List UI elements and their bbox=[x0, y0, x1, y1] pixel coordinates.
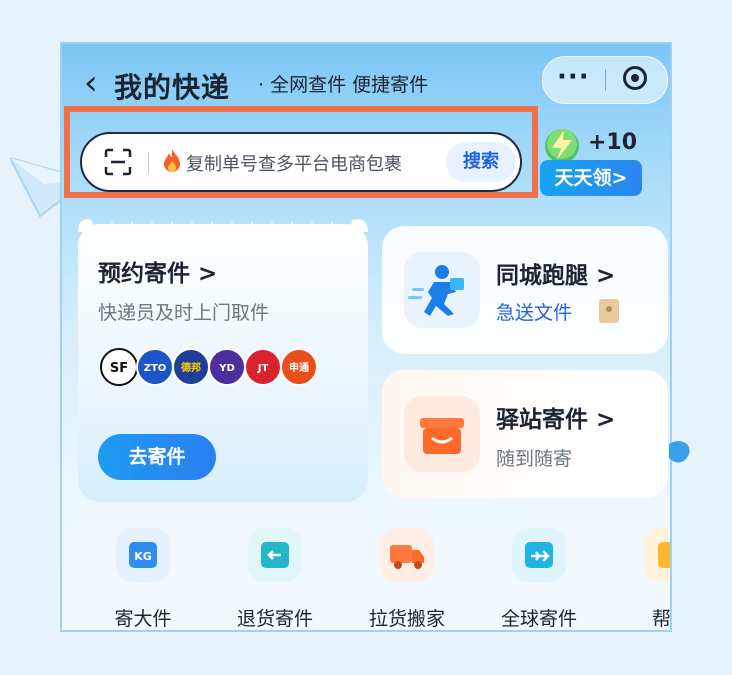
search-highlight-box: 复制单号查多平台电商包裹 搜索 bbox=[64, 106, 538, 198]
logo-yunda: YD bbox=[208, 348, 246, 386]
logo-jt: JT bbox=[244, 348, 282, 386]
station-send-subtitle: 随到随寄 bbox=[496, 448, 573, 470]
daily-claim-button[interactable]: 天天领> bbox=[540, 160, 642, 196]
page-subtitle-text: 全网查件 便捷寄件 bbox=[270, 74, 429, 96]
nav-label-global: 全球寄件 bbox=[500, 608, 577, 630]
book-pickup-title: 预约寄件 > bbox=[98, 261, 218, 287]
plane-icon bbox=[512, 528, 566, 582]
nav-global[interactable]: 全球寄件 bbox=[486, 528, 586, 630]
logo-zto: ZTO bbox=[136, 348, 174, 386]
app-frame: ‹ 我的快递 · 全网查件 便捷寄件 ··· 复制单号查多平台电商包裹 搜索 +… bbox=[60, 42, 672, 632]
document-envelope-icon bbox=[599, 299, 619, 323]
logo-deppon: 德邦 bbox=[172, 348, 210, 386]
capsule-divider bbox=[605, 69, 606, 91]
nav-moving[interactable]: 拉货搬家 bbox=[354, 528, 454, 630]
help-icon bbox=[644, 528, 670, 582]
nav-big-parcel[interactable]: KG 寄大件 bbox=[90, 528, 190, 630]
shop-icon bbox=[404, 396, 480, 472]
courier-logos: SF ZTO 德邦 YD JT 申通 bbox=[100, 348, 330, 388]
city-errand-subtitle: 急送文件 bbox=[496, 302, 573, 324]
city-errand-card[interactable]: 同城跑腿 > 急送文件 bbox=[382, 226, 668, 354]
logo-sf: SF bbox=[100, 348, 138, 386]
search-input[interactable]: 复制单号查多平台电商包裹 bbox=[186, 150, 402, 176]
city-errand-title: 同城跑腿 > bbox=[496, 263, 616, 289]
back-chevron-icon[interactable]: ‹ bbox=[84, 66, 98, 100]
nav-label-help: 帮我 bbox=[651, 608, 671, 630]
kg-box-icon: KG bbox=[116, 528, 170, 582]
nav-help[interactable]: 帮我 bbox=[618, 528, 671, 630]
close-target-icon[interactable] bbox=[623, 66, 647, 90]
nav-return[interactable]: 退货寄件 bbox=[222, 528, 322, 630]
book-pickup-card[interactable]: 预约寄件 > 快递员及时上门取件 SF ZTO 德邦 YD JT 申通 去寄件 bbox=[78, 224, 368, 502]
station-send-title: 驿站寄件 > bbox=[496, 407, 616, 433]
svg-text:KG: KG bbox=[134, 550, 152, 563]
runner-icon bbox=[404, 252, 480, 328]
search-bar[interactable]: 复制单号查多平台电商包裹 搜索 bbox=[80, 132, 522, 192]
nav-label-return: 退货寄件 bbox=[236, 608, 313, 630]
fire-icon bbox=[164, 149, 180, 172]
go-send-button[interactable]: 去寄件 bbox=[98, 434, 216, 480]
scan-icon[interactable] bbox=[104, 148, 132, 176]
daily-reward-badge[interactable]: +10 天天领> bbox=[540, 124, 650, 200]
logo-sto: 申通 bbox=[280, 348, 318, 386]
page-subtitle: · 全网查件 便捷寄件 bbox=[258, 74, 429, 96]
book-pickup-subtitle: 快递员及时上门取件 bbox=[98, 302, 270, 324]
more-dots-icon[interactable]: ··· bbox=[557, 62, 590, 92]
search-button[interactable]: 搜索 bbox=[446, 142, 516, 182]
page-title: 我的快递 bbox=[114, 71, 231, 104]
return-box-icon bbox=[248, 528, 302, 582]
nav-label-big-parcel: 寄大件 bbox=[114, 608, 172, 630]
nav-label-moving: 拉货搬家 bbox=[368, 608, 445, 630]
truck-icon bbox=[380, 528, 434, 582]
search-divider bbox=[148, 152, 149, 174]
mini-program-capsule: ··· bbox=[542, 56, 668, 104]
station-send-card[interactable]: 驿站寄件 > 随到随寄 bbox=[382, 370, 668, 498]
reward-points: +10 bbox=[588, 130, 638, 155]
side-bubble-decoration bbox=[669, 441, 690, 463]
